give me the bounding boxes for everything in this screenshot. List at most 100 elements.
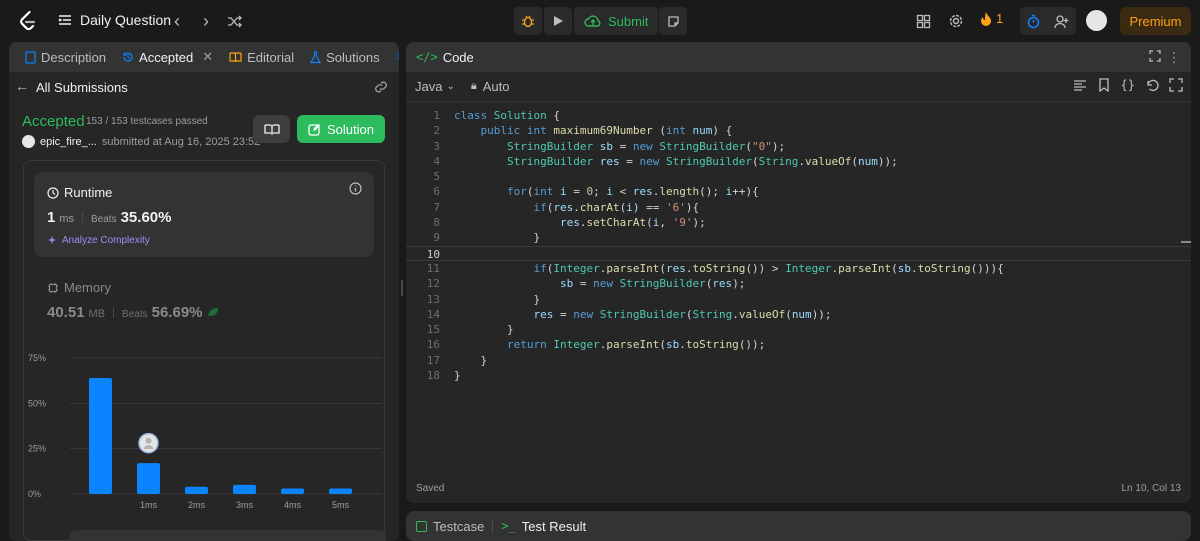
terminal-icon: >_	[501, 519, 516, 533]
leetcode-logo-icon[interactable]	[16, 9, 40, 33]
tab-description[interactable]: Description	[19, 50, 112, 65]
cloud-upload-icon	[584, 15, 601, 27]
sparkle-icon	[48, 236, 56, 244]
code-line[interactable]: 5	[406, 169, 1191, 184]
close-tab-icon[interactable]: ✕	[202, 49, 213, 65]
document-icon	[25, 50, 36, 64]
format-icon[interactable]	[1073, 78, 1087, 92]
notes-button[interactable]	[659, 7, 687, 35]
braces-icon[interactable]: {}	[1121, 78, 1135, 92]
submitter-name[interactable]: epic_fire_...	[40, 136, 97, 148]
bar[interactable]	[89, 377, 112, 494]
solution-button[interactable]: Solution	[297, 115, 385, 143]
info-icon[interactable]	[349, 182, 362, 195]
code-brackets-icon: </>	[416, 50, 438, 64]
chart-scrollbar[interactable]	[70, 530, 386, 541]
user-avatar[interactable]	[1086, 10, 1107, 31]
premium-button[interactable]: Premium	[1120, 7, 1191, 35]
tab-description-label: Description	[41, 49, 107, 65]
all-submissions-link[interactable]: All Submissions	[36, 80, 128, 95]
bar[interactable]	[185, 486, 208, 494]
code-line[interactable]: 12 sb = new StringBuilder(res);	[406, 276, 1191, 291]
bar[interactable]	[281, 488, 304, 494]
y-tick-label: 0%	[28, 489, 41, 499]
problem-list-button[interactable]: Daily Question	[58, 12, 171, 28]
code-editor[interactable]: 1 class Solution {2 public int maximum69N…	[406, 108, 1191, 383]
tab-testcase[interactable]: Testcase	[433, 519, 484, 534]
memory-number: 40.51	[47, 304, 85, 321]
streak-counter[interactable]: 1	[980, 11, 1003, 26]
more-options-icon[interactable]: ⋮	[1167, 49, 1181, 66]
language-select[interactable]: Java ⌄	[415, 79, 455, 94]
lock-icon: 🔒︎	[470, 80, 477, 92]
code-line[interactable]: 2 public int maximum69Number (int num) {	[406, 123, 1191, 138]
memory-heading[interactable]: Memory	[47, 280, 111, 295]
bookmark-icon[interactable]	[1097, 78, 1111, 92]
analyze-complexity-link[interactable]: Analyze Complexity	[47, 235, 150, 246]
tab-submissions[interactable]: S	[390, 50, 399, 65]
code-line[interactable]: 16 return Integer.parseInt(sb.toString()…	[406, 337, 1191, 352]
y-tick-label: 75%	[28, 353, 46, 363]
code-line[interactable]: 17 }	[406, 353, 1191, 368]
layout-button[interactable]	[912, 10, 934, 32]
code-line[interactable]: 18}	[406, 368, 1191, 383]
add-user-icon[interactable]	[1054, 14, 1070, 29]
stopwatch-icon[interactable]	[1026, 14, 1041, 29]
timer-group	[1020, 7, 1076, 35]
runtime-number: 1	[47, 209, 56, 226]
code-line[interactable]: 11 if(Integer.parseInt(res.toString()) >…	[406, 261, 1191, 276]
code-line[interactable]: 10	[406, 245, 1191, 261]
code-text: StringBuilder res = new StringBuilder(St…	[506, 154, 898, 168]
list-icon	[58, 15, 71, 25]
tab-editorial[interactable]: Editorial	[223, 50, 300, 65]
line-number: 6	[433, 185, 440, 199]
bar[interactable]	[233, 484, 256, 494]
code-line[interactable]: 4 StringBuilder res = new StringBuilder(…	[406, 154, 1191, 169]
open-book-button[interactable]	[253, 115, 290, 143]
random-problem-button[interactable]	[223, 10, 245, 32]
fullscreen-icon[interactable]	[1169, 78, 1183, 92]
solution-label: Solution	[327, 121, 374, 137]
runtime-unit: ms	[59, 213, 75, 225]
code-line[interactable]: 9 }	[406, 230, 1191, 245]
code-line[interactable]: 6 for(int i = 0; i < res.length(); i++){	[406, 184, 1191, 199]
code-line[interactable]: 13 }	[406, 292, 1191, 307]
code-text: class Solution {	[454, 109, 560, 122]
back-arrow-icon[interactable]: ←	[15, 78, 29, 94]
tab-test-result[interactable]: Test Result	[522, 519, 586, 534]
code-line[interactable]: 8 res.setCharAt(i, '9');	[406, 215, 1191, 230]
settings-button[interactable]	[945, 10, 967, 32]
panel-resize-handle[interactable]	[399, 280, 405, 296]
leaf-icon	[207, 308, 218, 316]
line-number: 12	[426, 277, 440, 291]
runtime-box[interactable]: Runtime 1 ms Beats 35.60% Analyze Comple…	[34, 172, 374, 257]
runtime-beats-pct: 35.60%	[120, 209, 172, 226]
code-line[interactable]: 1 class Solution {	[406, 108, 1191, 123]
expand-icon[interactable]	[1149, 50, 1161, 62]
debug-button[interactable]	[514, 7, 542, 35]
line-number: 10	[426, 247, 440, 261]
bar[interactable]	[137, 463, 160, 494]
left-tab-bar: Description Accepted ✕ Editorial Solutio…	[9, 42, 399, 72]
code-text: public int maximum69Number (int num) {	[480, 124, 733, 138]
auto-mode-label[interactable]: Auto	[483, 79, 510, 94]
next-problem-button[interactable]: ›	[195, 10, 217, 32]
link-icon[interactable]	[374, 80, 388, 94]
tab-solutions[interactable]: Solutions	[304, 50, 385, 65]
tab-accepted[interactable]: Accepted ✕	[116, 49, 219, 65]
fire-icon	[981, 12, 991, 26]
code-line[interactable]: 14 res = new StringBuilder(String.valueO…	[406, 307, 1191, 322]
chevron-down-icon: ⌄	[446, 81, 455, 92]
code-line[interactable]: 3 StringBuilder sb = new StringBuilder("…	[406, 139, 1191, 154]
prev-problem-button[interactable]: ‹	[166, 10, 188, 32]
language-label: Java	[415, 79, 443, 94]
run-button[interactable]	[544, 7, 572, 35]
submit-button[interactable]: Submit	[574, 7, 659, 35]
undo-icon[interactable]	[1145, 78, 1159, 92]
bar[interactable]	[329, 488, 352, 494]
open-book-icon	[263, 123, 280, 135]
streak-count: 1	[996, 11, 1004, 26]
code-line[interactable]: 7 if(res.charAt(i) == '6'){	[406, 200, 1191, 215]
code-line[interactable]: 15 }	[406, 322, 1191, 337]
bug-icon	[522, 15, 534, 28]
